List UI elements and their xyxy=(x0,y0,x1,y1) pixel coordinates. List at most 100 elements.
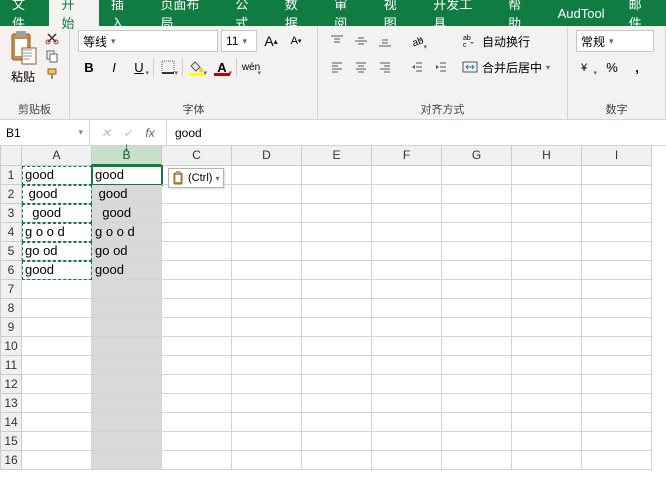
tab-公式[interactable]: 公式 xyxy=(223,0,272,26)
cell-F7[interactable] xyxy=(372,280,442,299)
tab-帮助[interactable]: 帮助 xyxy=(496,0,545,26)
cut-button[interactable] xyxy=(42,30,62,46)
row-header-13[interactable]: 13 xyxy=(0,394,22,413)
cell-H8[interactable] xyxy=(512,299,582,318)
cancel-formula-button[interactable]: ✕ xyxy=(98,125,114,141)
cell-A10[interactable] xyxy=(22,337,92,356)
cell-G13[interactable] xyxy=(442,394,512,413)
cell-D13[interactable] xyxy=(232,394,302,413)
cell-D1[interactable] xyxy=(232,166,302,185)
cell-B1[interactable]: good xyxy=(92,166,162,185)
cell-C16[interactable] xyxy=(162,451,232,470)
col-header-B[interactable]: B xyxy=(92,146,162,166)
cell-E14[interactable] xyxy=(302,413,372,432)
cell-F12[interactable] xyxy=(372,375,442,394)
align-bottom-button[interactable] xyxy=(374,30,396,52)
align-middle-button[interactable] xyxy=(350,30,372,52)
cell-E7[interactable] xyxy=(302,280,372,299)
cell-I5[interactable] xyxy=(582,242,652,261)
cell-A14[interactable] xyxy=(22,413,92,432)
paste-options-tag[interactable]: (Ctrl)▾ xyxy=(168,168,224,188)
cell-G10[interactable] xyxy=(442,337,512,356)
cell-E16[interactable] xyxy=(302,451,372,470)
decrease-font-button[interactable]: A▾ xyxy=(285,30,307,52)
cell-A13[interactable] xyxy=(22,394,92,413)
cell-D8[interactable] xyxy=(232,299,302,318)
cell-I11[interactable] xyxy=(582,356,652,375)
name-box[interactable]: B1 xyxy=(0,120,90,145)
cell-F15[interactable] xyxy=(372,432,442,451)
col-header-C[interactable]: C xyxy=(162,146,232,166)
row-header-12[interactable]: 12 xyxy=(0,375,22,394)
comma-format-button[interactable]: , xyxy=(626,56,648,78)
cell-H12[interactable] xyxy=(512,375,582,394)
cell-I8[interactable] xyxy=(582,299,652,318)
cell-D15[interactable] xyxy=(232,432,302,451)
cell-E6[interactable] xyxy=(302,261,372,280)
font-color-button[interactable]: A xyxy=(211,56,233,78)
format-painter-button[interactable] xyxy=(42,66,62,82)
accounting-format-button[interactable]: ¥ xyxy=(576,56,598,78)
cell-B12[interactable] xyxy=(92,375,162,394)
cell-C4[interactable] xyxy=(162,223,232,242)
cell-E3[interactable] xyxy=(302,204,372,223)
cell-B9[interactable] xyxy=(92,318,162,337)
tab-审阅[interactable]: 审阅 xyxy=(322,0,371,26)
cell-G14[interactable] xyxy=(442,413,512,432)
cell-D16[interactable] xyxy=(232,451,302,470)
cell-I10[interactable] xyxy=(582,337,652,356)
cell-B11[interactable] xyxy=(92,356,162,375)
border-button[interactable] xyxy=(157,56,179,78)
cell-C11[interactable] xyxy=(162,356,232,375)
formula-input[interactable]: good xyxy=(167,120,666,145)
cell-I6[interactable] xyxy=(582,261,652,280)
row-header-2[interactable]: 2 xyxy=(0,185,22,204)
cell-H3[interactable] xyxy=(512,204,582,223)
cell-A9[interactable] xyxy=(22,318,92,337)
cell-G2[interactable] xyxy=(442,185,512,204)
cell-C3[interactable] xyxy=(162,204,232,223)
merge-center-button[interactable]: 合并后居中 ▾ xyxy=(458,56,554,78)
cell-C6[interactable] xyxy=(162,261,232,280)
cell-F14[interactable] xyxy=(372,413,442,432)
align-right-button[interactable] xyxy=(374,56,396,78)
cell-D2[interactable] xyxy=(232,185,302,204)
row-header-4[interactable]: 4 xyxy=(0,223,22,242)
cell-I15[interactable] xyxy=(582,432,652,451)
cell-F16[interactable] xyxy=(372,451,442,470)
cell-E12[interactable] xyxy=(302,375,372,394)
cell-F5[interactable] xyxy=(372,242,442,261)
cell-F6[interactable] xyxy=(372,261,442,280)
cell-F11[interactable] xyxy=(372,356,442,375)
cell-E5[interactable] xyxy=(302,242,372,261)
wrap-text-button[interactable]: abc 自动换行 xyxy=(458,30,554,52)
cell-H14[interactable] xyxy=(512,413,582,432)
cell-F9[interactable] xyxy=(372,318,442,337)
tab-文件[interactable]: 文件 xyxy=(0,0,49,26)
row-header-1[interactable]: 1 xyxy=(0,166,22,185)
cell-I16[interactable] xyxy=(582,451,652,470)
cell-F13[interactable] xyxy=(372,394,442,413)
cell-D14[interactable] xyxy=(232,413,302,432)
row-header-3[interactable]: 3 xyxy=(0,204,22,223)
cell-F1[interactable] xyxy=(372,166,442,185)
cell-G7[interactable] xyxy=(442,280,512,299)
cell-G5[interactable] xyxy=(442,242,512,261)
decrease-indent-button[interactable] xyxy=(406,56,428,78)
select-all-corner[interactable] xyxy=(0,146,22,166)
cell-G12[interactable] xyxy=(442,375,512,394)
cell-A15[interactable] xyxy=(22,432,92,451)
col-header-F[interactable]: F xyxy=(372,146,442,166)
tab-AudTool[interactable]: AudTool xyxy=(546,0,617,26)
orientation-button[interactable]: ab xyxy=(406,30,428,52)
cell-D12[interactable] xyxy=(232,375,302,394)
row-header-10[interactable]: 10 xyxy=(0,337,22,356)
cell-G9[interactable] xyxy=(442,318,512,337)
cell-H5[interactable] xyxy=(512,242,582,261)
bold-button[interactable]: B xyxy=(78,56,100,78)
increase-indent-button[interactable] xyxy=(430,56,452,78)
cell-D10[interactable] xyxy=(232,337,302,356)
cell-A6[interactable]: good xyxy=(22,261,92,280)
cell-I13[interactable] xyxy=(582,394,652,413)
underline-button[interactable]: U xyxy=(128,56,150,78)
